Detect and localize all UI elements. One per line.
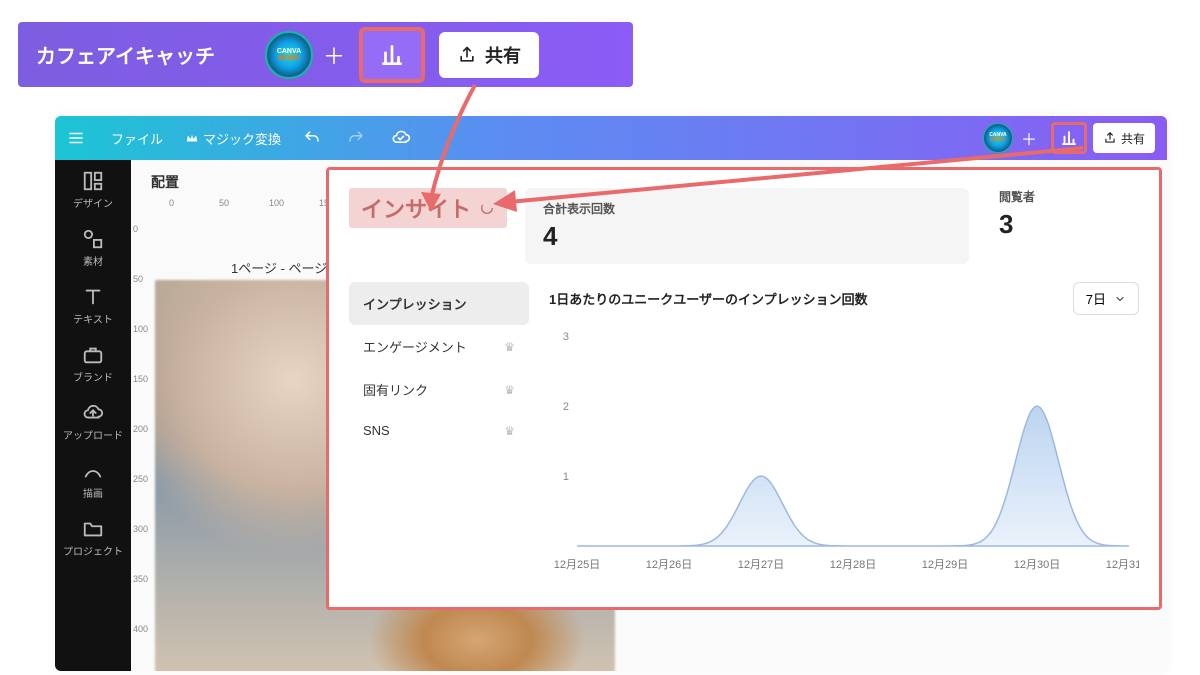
shapes-icon [82,228,104,250]
svg-text:3: 3 [563,331,569,343]
crown-icon [185,131,199,145]
insights-panel: インサイト 合計表示回数 4 閲覧者 3 インプレッション エンゲージメント♛ … [326,167,1162,610]
bar-chart-icon [379,42,405,68]
svg-text:12月31日: 12月31日 [1106,559,1139,571]
insights-chart-button-small[interactable] [1051,122,1087,154]
svg-text:12月29日: 12月29日 [922,559,968,571]
editor-topbar: ファイル マジック変換 CANVAWORK ＋ 共有 [55,116,1167,160]
hamburger-menu[interactable] [67,129,89,147]
svg-text:1: 1 [563,471,569,483]
rail-design[interactable]: デザイン [73,170,113,210]
rail-brand[interactable]: ブランド [73,344,113,384]
svg-text:12月25日: 12月25日 [554,559,600,571]
rail-elements[interactable]: 素材 [82,228,104,268]
header-banner: カフェアイキャッチ CANVAWORK ＋ 共有 [18,22,633,87]
left-tool-rail: デザイン 素材 テキスト ブランド アップロード 描画 プロジェクト [55,160,131,671]
rail-project[interactable]: プロジェクト [63,518,123,558]
draw-icon [82,460,104,482]
redo-button[interactable] [347,129,369,147]
canva-work-badge-small: CANVAWORK [983,123,1013,153]
crown-icon: ♛ [504,383,515,397]
add-icon[interactable]: ＋ [323,39,345,71]
period-dropdown[interactable]: 7日 [1073,282,1139,315]
tab-engagement[interactable]: エンゲージメント♛ [349,325,529,368]
svg-text:12月28日: 12月28日 [830,559,876,571]
share-button[interactable]: 共有 [439,32,539,78]
insights-tabs: インプレッション エンゲージメント♛ 固有リンク♛ SNS♛ [349,282,529,586]
crown-icon: ♛ [504,340,515,354]
briefcase-icon [82,344,104,366]
layout-icon [82,170,104,192]
svg-text:12月26日: 12月26日 [646,559,692,571]
menu-icon [67,129,85,147]
bar-chart-icon [1060,129,1078,147]
svg-text:12月30日: 12月30日 [1014,559,1060,571]
cloud-sync[interactable] [391,128,415,148]
folder-icon [82,518,104,540]
cloud-upload-icon [82,402,104,424]
undo-button[interactable] [303,129,325,147]
redo-icon [347,129,365,147]
stat-total-views: 合計表示回数 4 [525,188,969,264]
stat-viewers: 閲覧者 3 [999,188,1139,240]
tab-sns[interactable]: SNS♛ [349,411,529,450]
vertical-ruler: 0 50 100 150 200 250 300 350 400 450 [131,214,149,671]
text-icon [82,286,104,308]
tab-links[interactable]: 固有リンク♛ [349,368,529,411]
crown-icon: ♛ [504,424,515,438]
chevron-down-icon [1114,293,1126,305]
svg-text:2: 2 [563,401,569,413]
undo-icon [303,129,321,147]
insights-title: インサイト [349,188,507,228]
chart-title: 1日あたりのユニークユーザーのインプレッション回数 [549,289,868,308]
impressions-chart: 1 2 3 12月25日 12月26日 12月27日 12月28日 12月29日 12月30日 1… [549,321,1139,581]
svg-text:12月27日: 12月27日 [738,559,784,571]
magic-convert[interactable]: マジック変換 [185,129,281,148]
rail-text[interactable]: テキスト [73,286,113,326]
canva-work-badge: CANVAWORK [265,31,313,79]
cloud-check-icon [391,128,411,148]
rail-upload[interactable]: アップロード [63,402,123,442]
chart-column: 1日あたりのユニークユーザーのインプレッション回数 7日 1 2 3 12月25日 12… [549,282,1139,586]
loading-icon [479,200,495,216]
panel-label: 配置 [151,172,179,192]
share-button-small[interactable]: 共有 [1093,123,1155,153]
add-icon-small[interactable]: ＋ [1021,126,1037,150]
design-title: カフェアイキャッチ [36,40,215,69]
tab-impressions[interactable]: インプレッション [349,282,529,325]
export-icon [1103,131,1117,145]
rail-draw[interactable]: 描画 [82,460,104,500]
export-icon [457,45,477,65]
file-menu[interactable]: ファイル [111,129,163,148]
insights-chart-button[interactable] [359,27,425,83]
